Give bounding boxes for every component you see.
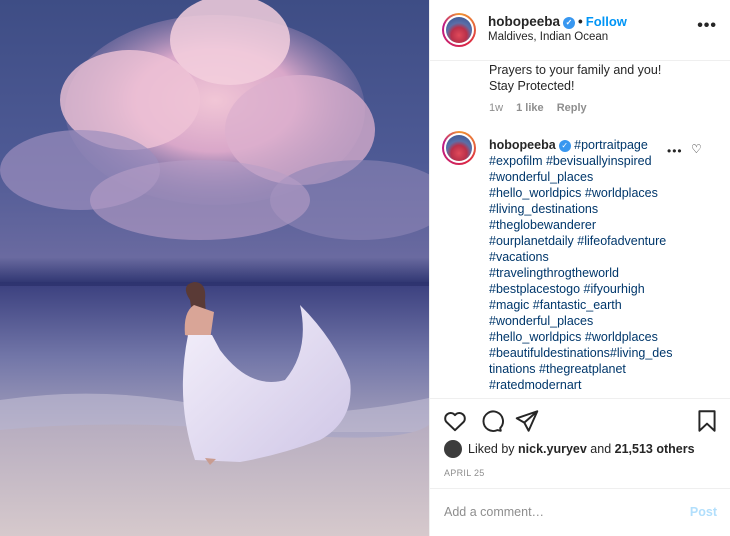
likes-summary: Liked by nick.yuryev and 21,513 others [444, 440, 695, 458]
post-caption: hobopeeba ✓ #portraitpage #expofilm #bevi… [489, 137, 679, 393]
share-icon[interactable] [514, 408, 540, 434]
liker-username[interactable]: nick.yuryev [518, 442, 587, 456]
actions-bar: Liked by nick.yuryev and 21,513 others A… [430, 398, 730, 488]
caption-more-icon[interactable]: ••• [667, 144, 683, 158]
hashtag-line[interactable]: #bestplacestogo #ifyourhigh [489, 282, 645, 296]
hashtag-line[interactable]: #magic #fantastic_earth [489, 298, 622, 312]
comment-input[interactable] [444, 505, 664, 519]
more-options-icon[interactable]: ••• [697, 17, 717, 35]
add-comment-bar: Post [430, 488, 730, 536]
hashtag[interactable]: #portraitpage [574, 138, 648, 152]
comment-meta: 1w 1 like Reply [489, 102, 597, 114]
likes-middle: and [586, 442, 615, 456]
heart-icon[interactable] [442, 408, 468, 434]
follow-button[interactable]: Follow [586, 14, 627, 29]
caption-avatar[interactable] [442, 131, 476, 165]
hashtag-line[interactable]: #vacations [489, 250, 549, 264]
hashtag-line[interactable]: #hello_worldpics #worldplaces [489, 186, 658, 200]
hashtag-line[interactable]: #theglobewanderer [489, 218, 596, 232]
hashtag-line[interactable]: #ratedmodernart [489, 378, 581, 392]
comment-icon[interactable] [478, 408, 504, 434]
post-date[interactable]: APRIL 25 [444, 468, 485, 478]
post-button[interactable]: Post [690, 505, 717, 519]
caption-username[interactable]: hobopeeba [489, 138, 556, 152]
comment-text: Prayers to your family and you! Stay Pro… [489, 62, 661, 94]
comment-time[interactable]: 1w [489, 102, 503, 114]
separator-dot: • [578, 14, 583, 29]
hashtag-line[interactable]: #hello_worldpics #worldplaces [489, 330, 658, 344]
post-details-panel: hobopeeba ✓ • Follow Maldives, Indian Ocean… [429, 0, 730, 536]
location-link[interactable]: Maldives, Indian Ocean [488, 31, 608, 43]
hashtag-line[interactable]: #expofilm #bevisuallyinspired [489, 154, 652, 168]
comment-line: Stay Protected! [489, 79, 575, 93]
verified-icon: ✓ [558, 140, 571, 152]
photo-artwork [0, 0, 429, 536]
bookmark-icon[interactable] [694, 408, 720, 434]
reply-button[interactable]: Reply [557, 102, 587, 114]
comment-line: Prayers to your family and you! [489, 63, 662, 77]
hashtag-line[interactable]: #ourplanetdaily #lifeofadventure [489, 234, 666, 248]
hashtag-line[interactable]: #beautifuldestinations#living_des [489, 346, 672, 360]
username-link[interactable]: hobopeeba [488, 14, 560, 29]
hashtag-line[interactable]: #travelingthrogtheworld [489, 266, 619, 280]
verified-icon: ✓ [563, 17, 576, 29]
likes-count[interactable]: 21,513 others [615, 442, 695, 456]
caption-like-heart-icon[interactable]: ♡ [691, 142, 702, 156]
post-viewer: hobopeeba ✓ • Follow Maldives, Indian Ocean… [0, 0, 730, 536]
hashtag-line[interactable]: tinations #thegreatplanet [489, 362, 626, 376]
likes-prefix: Liked by [468, 442, 519, 456]
hashtag-line[interactable]: #wonderful_places [489, 170, 593, 184]
liker-avatar[interactable] [444, 440, 462, 458]
avatar[interactable] [442, 13, 476, 47]
header-username-row: hobopeeba ✓ • Follow [488, 14, 627, 29]
post-photo[interactable] [0, 0, 429, 536]
comment-likes[interactable]: 1 like [516, 102, 544, 114]
post-header: hobopeeba ✓ • Follow Maldives, Indian Ocean… [430, 0, 730, 61]
hashtag-line[interactable]: #wonderful_places [489, 314, 593, 328]
comments-list[interactable]: Prayers to your family and you! Stay Pro… [430, 62, 730, 398]
hashtag-line[interactable]: #living_destinations [489, 202, 598, 216]
